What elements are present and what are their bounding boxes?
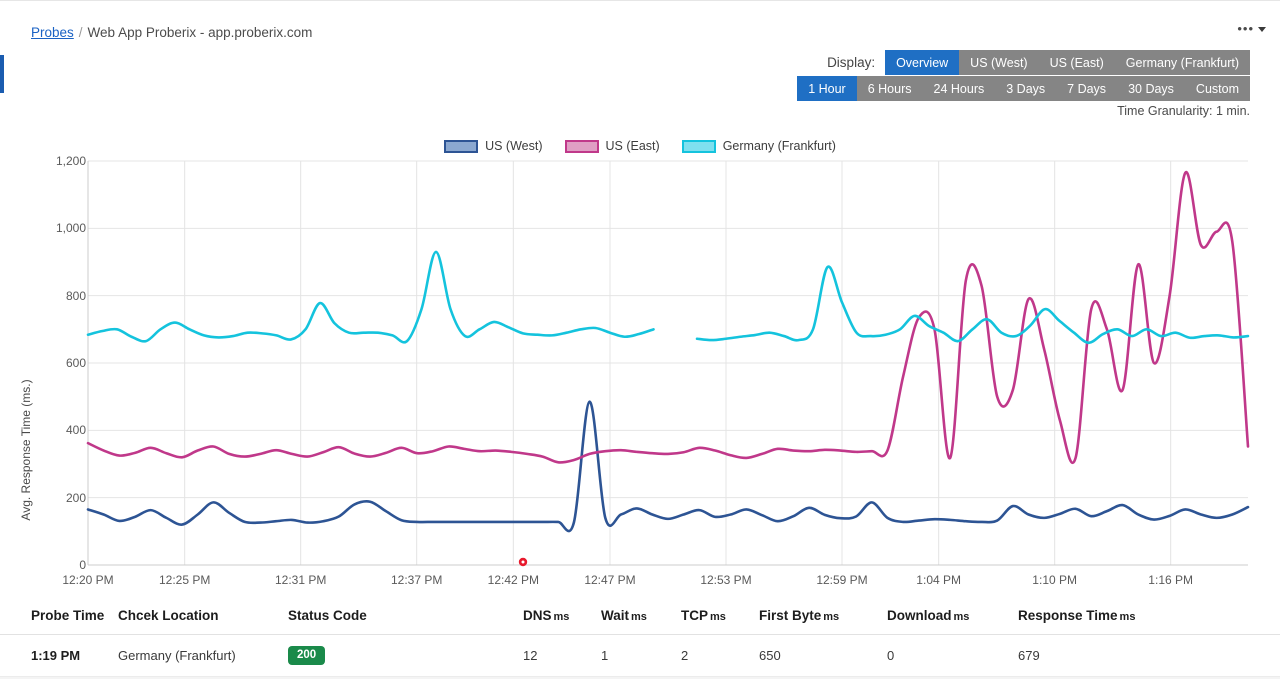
- series-line: [695, 265, 1250, 345]
- display-option-overview[interactable]: Overview: [885, 50, 960, 75]
- time-granularity-label: Time Granularity: 1 min.: [1117, 104, 1250, 118]
- display-label: Display:: [827, 55, 876, 70]
- table-cell-wait: 1: [601, 634, 681, 678]
- table-cell-download: 0: [887, 634, 1018, 678]
- table-cell-dns: 12: [523, 634, 601, 678]
- display-segmented-control: Overview US (West) US (East) Germany (Frank…: [885, 50, 1250, 75]
- table-cell-tcp: 2: [681, 634, 759, 678]
- table-header-unit: ms: [823, 611, 840, 623]
- incident-marker-center: [521, 560, 525, 564]
- series-germany-frankfurt: [86, 250, 1250, 345]
- table-header-dns[interactable]: DNS ms: [523, 598, 601, 635]
- response-time-chart: Avg. Response Time (ms.) 0 200 400 600 800 1,…: [0, 150, 1280, 590]
- table-header-label: Download: [887, 608, 952, 623]
- table-header-label: Chcek Location: [118, 608, 219, 623]
- table-cell-status: 200: [288, 634, 523, 678]
- time-range-segmented-control: 1 Hour 6 Hours 24 Hours 3 Days 7 Days 30 Days…: [797, 76, 1250, 101]
- series-line: [86, 171, 1250, 465]
- table-header-label: DNS: [523, 608, 552, 623]
- table-header-response-time[interactable]: Response Time ms: [1018, 598, 1280, 635]
- probe-detail-page: Probes / Web App Proberix - app.proberix.c…: [0, 0, 1280, 679]
- table-header-status-code[interactable]: Status Code: [288, 598, 523, 635]
- series-us-east: [86, 171, 1250, 465]
- chevron-down-icon: [1258, 26, 1266, 32]
- table-header-label: First Byte: [759, 608, 822, 623]
- table-header-download[interactable]: Download ms: [887, 598, 1018, 635]
- table-header-unit: ms: [553, 611, 570, 623]
- series-us-west: [86, 400, 1250, 533]
- table-cell-first-byte: 650: [759, 634, 887, 678]
- range-option-custom[interactable]: Custom: [1184, 76, 1250, 101]
- table-header-wait[interactable]: Wait ms: [601, 598, 681, 635]
- top-divider: [0, 0, 1280, 1]
- table-header-row: Probe Time Chcek Location Status Code DNS ms…: [0, 598, 1280, 635]
- table-header-unit: ms: [953, 611, 970, 623]
- status-badge: 200: [288, 646, 326, 666]
- range-option-7-days[interactable]: 7 Days: [1056, 76, 1118, 101]
- table-header-label: Wait: [601, 608, 629, 623]
- series-line: [86, 400, 1250, 533]
- table-row[interactable]: 1:19 PM Germany (Frankfurt) 200 12 1 2 650 0 679: [0, 634, 1280, 678]
- table-header-label: Response Time: [1018, 608, 1118, 623]
- table-cell-response-time: 679: [1018, 634, 1280, 678]
- kebab-dots-icon: •••: [1237, 21, 1254, 36]
- table-header-chcek-location[interactable]: Chcek Location: [118, 598, 288, 635]
- series-line: [86, 250, 655, 344]
- breadcrumb-current: Web App Proberix - app.proberix.com: [87, 25, 313, 40]
- table-cell-location: Germany (Frankfurt): [118, 634, 288, 678]
- table-header-first-byte[interactable]: First Byte ms: [759, 598, 887, 635]
- table-header-tcp[interactable]: TCP ms: [681, 598, 759, 635]
- chart-plot-area[interactable]: [0, 150, 1280, 590]
- breadcrumb: Probes / Web App Proberix - app.proberix.c…: [31, 25, 312, 40]
- table-header-unit: ms: [1119, 611, 1136, 623]
- table-header-label: Probe Time: [31, 608, 105, 623]
- range-option-30-days[interactable]: 30 Days: [1117, 76, 1185, 101]
- breadcrumb-separator: /: [78, 25, 83, 40]
- display-option-germany-frankfurt[interactable]: Germany (Frankfurt): [1114, 50, 1250, 75]
- more-options-button[interactable]: •••: [1237, 21, 1266, 36]
- range-option-1-hour[interactable]: 1 Hour: [797, 76, 857, 101]
- sidebar-edge-indicator: [0, 55, 4, 93]
- breadcrumb-link-probes[interactable]: Probes: [31, 25, 74, 40]
- table-header-probe-time[interactable]: Probe Time: [0, 598, 118, 635]
- display-selector: Display: Overview US (West) US (East) Germa…: [827, 50, 1250, 75]
- table-header-label: Status Code: [288, 608, 367, 623]
- range-option-3-days[interactable]: 3 Days: [995, 76, 1057, 101]
- table-header-unit: ms: [631, 611, 647, 623]
- range-option-6-hours[interactable]: 6 Hours: [856, 76, 923, 101]
- table-header-label: TCP: [681, 608, 708, 623]
- probe-results-table: Probe Time Chcek Location Status Code DNS ms…: [0, 598, 1280, 679]
- table-cell-time: 1:19 PM: [0, 634, 118, 678]
- table-header-unit: ms: [710, 611, 726, 623]
- range-option-24-hours[interactable]: 24 Hours: [922, 76, 996, 101]
- display-option-us-west[interactable]: US (West): [959, 50, 1039, 75]
- display-option-us-east[interactable]: US (East): [1038, 50, 1115, 75]
